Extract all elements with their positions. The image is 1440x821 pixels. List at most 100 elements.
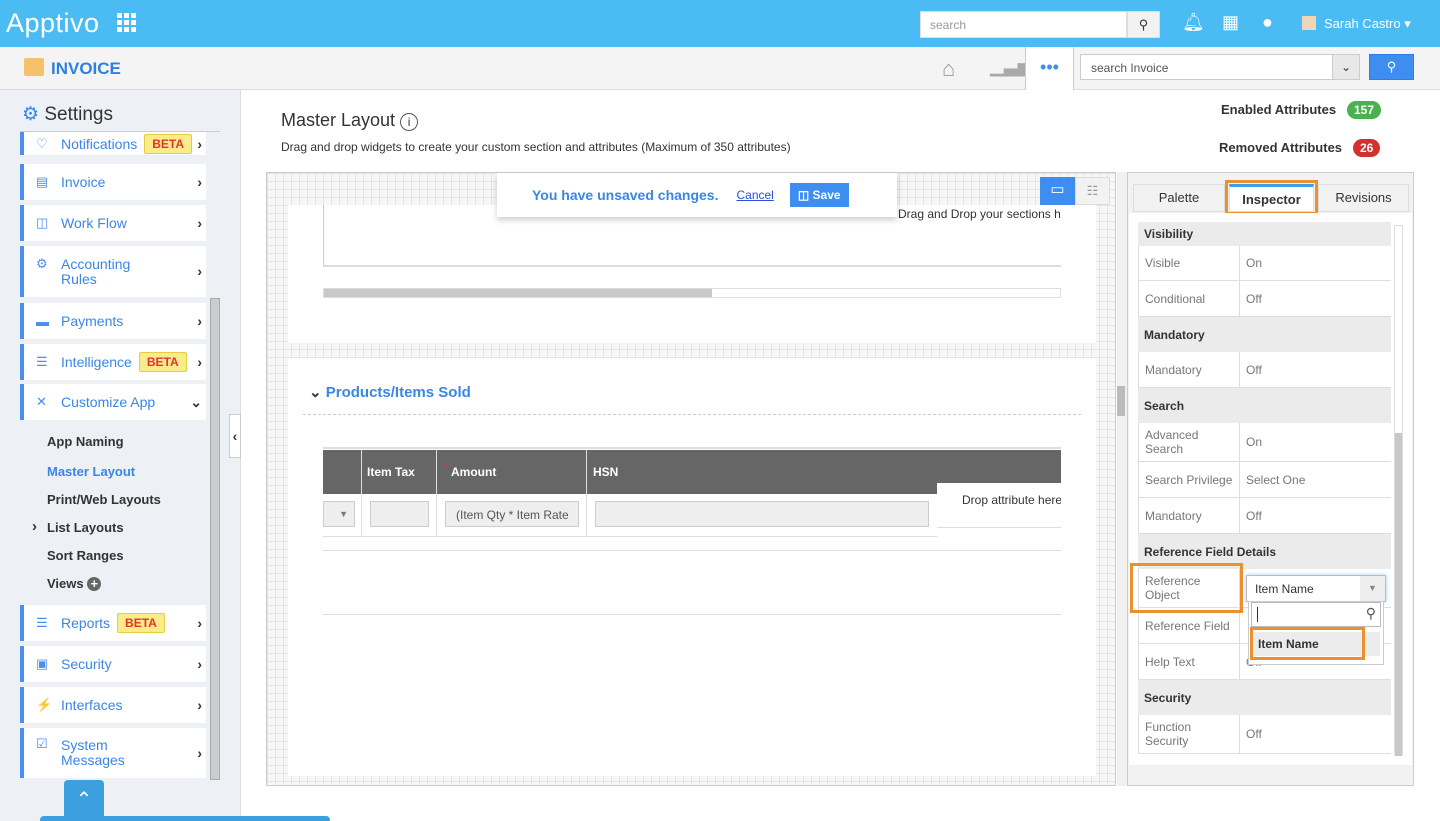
property-value[interactable]: On: [1240, 423, 1268, 461]
enabled-attributes-label: Enabled Attributes: [1221, 102, 1337, 117]
section-security: Security: [1138, 680, 1391, 715]
subitem-app-naming[interactable]: App Naming: [47, 434, 124, 449]
unsaved-message: You have unsaved changes.: [532, 187, 719, 203]
property-label: Reference Field: [1138, 608, 1240, 643]
sidebar-item-accounting-rules[interactable]: ⚙ Accounting Rules ›: [20, 246, 206, 297]
select-dropdown[interactable]: ▼: [323, 501, 355, 527]
reference-object-select[interactable]: Item Name ▼: [1246, 575, 1386, 602]
invoice-icon: [24, 58, 44, 76]
global-search-input[interactable]: search: [920, 11, 1127, 38]
canvas-scrollbar[interactable]: [1117, 172, 1127, 786]
section-header[interactable]: ⌄ Products/Items Sold: [309, 383, 471, 401]
property-value[interactable]: Select One: [1240, 462, 1311, 497]
property-row[interactable]: Search Privilege Select One: [1138, 462, 1391, 498]
save-button[interactable]: ◫ Save: [789, 183, 849, 207]
scroll-up-button[interactable]: ⌃: [64, 780, 104, 821]
sidebar-item-workflow[interactable]: ◫ Work Flow ›: [20, 205, 206, 241]
item-tax-field[interactable]: [370, 501, 429, 527]
property-row[interactable]: Visible On: [1138, 246, 1391, 281]
column-hsn[interactable]: HSN: [593, 465, 618, 479]
cancel-link[interactable]: Cancel: [736, 188, 773, 202]
sidebar-item-interfaces[interactable]: ⚡ Interfaces ›: [20, 687, 206, 723]
products-section-card: [288, 358, 1096, 776]
sidebar-item-system-messages[interactable]: ☑ System Messages ›: [20, 728, 206, 778]
property-value[interactable]: Off: [1240, 352, 1268, 387]
collapse-sidebar-button[interactable]: ‹: [229, 414, 241, 458]
column-item-tax[interactable]: Item Tax: [367, 465, 415, 479]
sidebar-item-customize-app[interactable]: ✕ Customize App ⌄: [20, 384, 206, 420]
sidebar-item-intelligence[interactable]: ☰ Intelligence BETA ›: [20, 344, 206, 380]
removed-count-badge[interactable]: 26: [1353, 139, 1381, 157]
highlight-box: [1130, 563, 1243, 613]
section-card: [288, 205, 1096, 343]
sidebar-item-invoice[interactable]: ▤ Invoice ›: [20, 164, 206, 200]
amount-field[interactable]: (Item Qty * Item Rate: [445, 501, 579, 527]
title-text: Master Layout: [281, 110, 396, 130]
bell-icon[interactable]: 🔔︎: [1182, 12, 1205, 33]
chevron-down-icon[interactable]: ⌄: [1332, 54, 1360, 80]
chevron-down-icon: ⌄: [190, 393, 202, 410]
more-icon[interactable]: •••: [1025, 47, 1074, 90]
property-row[interactable]: Advanced Search On: [1138, 423, 1391, 462]
property-value[interactable]: Off: [1240, 281, 1268, 316]
invoice-search-input[interactable]: search Invoice: [1080, 54, 1333, 80]
property-row[interactable]: Function Security Off: [1138, 715, 1391, 754]
enabled-count-badge[interactable]: 157: [1347, 101, 1382, 119]
horizontal-scrollbar[interactable]: [323, 288, 1061, 298]
bottom-bar: [40, 816, 330, 821]
property-value[interactable]: Off: [1240, 715, 1268, 753]
dropdown-search-input[interactable]: ⚲: [1251, 602, 1381, 627]
property-value[interactable]: Off: [1240, 498, 1268, 533]
property-row[interactable]: Conditional Off: [1138, 281, 1391, 317]
search-icon[interactable]: ⚲: [1127, 11, 1160, 38]
tab-palette[interactable]: Palette: [1133, 184, 1225, 212]
save-label: Save: [812, 188, 841, 202]
property-row[interactable]: Mandatory Off: [1138, 498, 1391, 534]
subitem-print-web-layouts[interactable]: Print/Web Layouts: [47, 492, 161, 507]
subitem-sort-ranges[interactable]: Sort Ranges: [47, 548, 124, 563]
workflow-icon: ◫: [36, 215, 49, 230]
sidebar-item-notifications[interactable]: ♡ Notifications BETA ›: [20, 132, 206, 155]
app-title[interactable]: INVOICE: [51, 59, 121, 79]
floppy-icon: ◫: [797, 188, 810, 202]
sidebar-scrollbar[interactable]: [210, 298, 220, 780]
sidebar-item-reports[interactable]: ☰ Reports BETA ›: [20, 605, 206, 641]
apptivo-logo[interactable]: Apptivo: [6, 8, 100, 39]
property-label: Function Security: [1138, 715, 1240, 753]
tab-revisions[interactable]: Revisions: [1318, 184, 1409, 212]
caret-down-icon: ▾: [1404, 16, 1411, 31]
section-mandatory: Mandatory: [1138, 317, 1391, 352]
store-icon[interactable]: ▦: [1222, 12, 1239, 33]
panel-scrollbar[interactable]: [1394, 225, 1403, 756]
subitem-views[interactable]: Views +: [47, 576, 102, 591]
column-amount[interactable]: Amount: [451, 465, 496, 479]
chevron-right-icon: ›: [197, 697, 202, 713]
chat-icon[interactable]: ●: [1262, 12, 1273, 33]
user-menu[interactable]: Sarah Castro ▾: [1302, 16, 1411, 32]
sidebar-item-label: Accounting Rules: [61, 255, 131, 287]
drop-attribute-zone[interactable]: Drop attribute here: [962, 493, 1061, 507]
credit-card-icon: ▬: [36, 313, 49, 329]
invoice-search-button[interactable]: ⚲: [1369, 54, 1414, 80]
subitem-master-layout[interactable]: Master Layout: [47, 464, 135, 479]
sidebar-item-label: Security: [61, 656, 112, 672]
sidebar-item-payments[interactable]: ▬ Payments ›: [20, 303, 206, 339]
chevron-down-icon: ⌄: [309, 384, 322, 401]
hierarchy-view-icon[interactable]: ☷: [1075, 177, 1110, 205]
desktop-view-icon[interactable]: ▭: [1040, 177, 1075, 205]
gear-icon: ⚙: [22, 104, 40, 125]
chevron-right-icon[interactable]: ›: [32, 518, 37, 535]
hsn-field[interactable]: [595, 501, 929, 527]
home-icon[interactable]: ⌂: [942, 56, 955, 82]
info-icon[interactable]: i: [400, 113, 419, 131]
property-row[interactable]: Mandatory Off: [1138, 352, 1391, 388]
apps-grid-icon[interactable]: [117, 13, 136, 32]
subitem-list-layouts[interactable]: List Layouts: [47, 520, 124, 535]
sidebar-item-label: Invoice: [61, 174, 106, 190]
user-name: Sarah Castro: [1324, 16, 1401, 31]
sidebar-item-security[interactable]: ▣ Security ›: [20, 646, 206, 682]
property-value[interactable]: On: [1240, 246, 1268, 280]
accounting-icon: ⚙: [36, 256, 48, 271]
chevron-right-icon: ›: [197, 135, 202, 152]
add-icon[interactable]: +: [87, 577, 102, 591]
